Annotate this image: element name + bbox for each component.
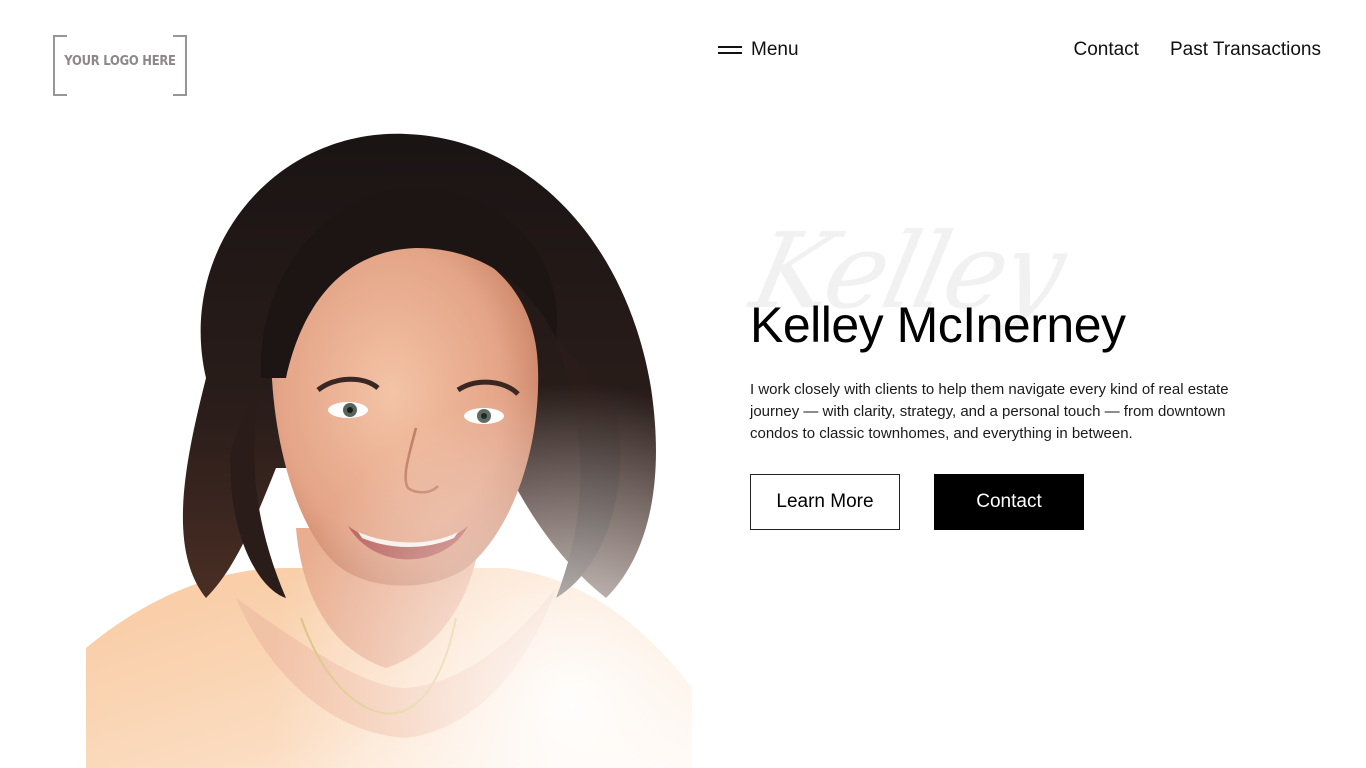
landing-page: YOUR LOGO HERE Menu Contact Past Transac… bbox=[0, 0, 1366, 768]
nav-link-contact[interactable]: Contact bbox=[1073, 39, 1138, 61]
nav-link-past-transactions[interactable]: Past Transactions bbox=[1170, 39, 1321, 61]
top-nav: Contact Past Transactions bbox=[1073, 37, 1321, 63]
learn-more-button[interactable]: Learn More bbox=[750, 474, 900, 530]
portrait-image bbox=[86, 128, 692, 768]
hamburger-menu-icon bbox=[718, 46, 742, 54]
agent-description: I work closely with clients to help them… bbox=[750, 381, 1229, 442]
site-logo[interactable]: YOUR LOGO HERE bbox=[53, 35, 187, 96]
menu-label: Menu bbox=[751, 39, 799, 60]
contact-button[interactable]: Contact bbox=[934, 474, 1084, 530]
agent-name-heading: Kelley McInerney bbox=[750, 297, 1126, 353]
menu-button[interactable]: Menu bbox=[718, 37, 799, 63]
agent-portrait bbox=[86, 128, 692, 768]
logo-text: YOUR LOGO HERE bbox=[64, 53, 176, 69]
